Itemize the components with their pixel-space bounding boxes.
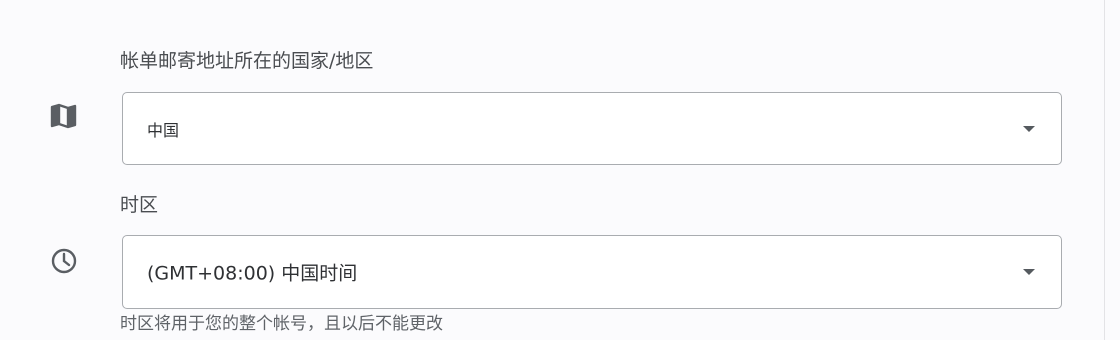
settings-card: 帐单邮寄地址所在的国家/地区 中国 时区 (GMT+08:00) 中国时间 时区… (0, 0, 1105, 340)
clock-icon (50, 247, 78, 275)
billing-country-value: 中国 (147, 120, 180, 140)
map-icon (50, 102, 78, 130)
timezone-label: 时区 (120, 194, 159, 216)
billing-country-label: 帐单邮寄地址所在的国家/地区 (120, 50, 374, 72)
timezone-select[interactable]: (GMT+08:00) 中国时间 (122, 235, 1062, 309)
chevron-down-icon[interactable] (1023, 269, 1035, 275)
timezone-value: (GMT+08:00) 中国时间 (147, 262, 358, 285)
billing-country-select[interactable]: 中国 (122, 92, 1062, 165)
timezone-helper-text: 时区将用于您的整个帐号，且以后不能更改 (120, 314, 443, 334)
chevron-down-icon[interactable] (1023, 125, 1035, 132)
